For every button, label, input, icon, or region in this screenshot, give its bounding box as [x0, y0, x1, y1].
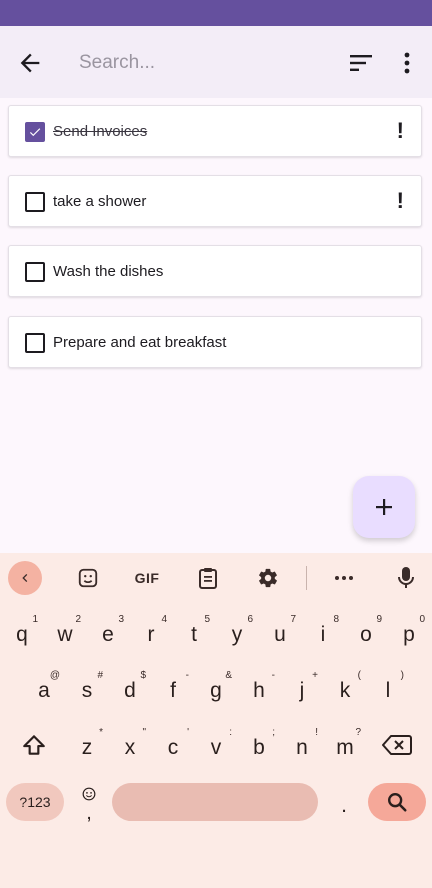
clipboard-icon[interactable]	[196, 563, 220, 593]
space-key[interactable]	[112, 783, 318, 821]
sticker-icon[interactable]	[75, 563, 101, 593]
task-label: Wash the dishes	[53, 263, 164, 280]
key-x[interactable]: x "	[109, 723, 151, 767]
key-z[interactable]: z *	[66, 723, 108, 767]
task-checkbox[interactable]	[25, 262, 45, 282]
task-checkbox[interactable]	[25, 192, 45, 212]
priority-icon: !	[396, 118, 404, 143]
sort-icon[interactable]	[347, 51, 375, 75]
search-input[interactable]	[79, 50, 319, 76]
symbols-key[interactable]: ?123	[6, 783, 64, 821]
key-a[interactable]: a @	[23, 666, 65, 710]
key-w[interactable]: w2	[44, 610, 86, 654]
shift-icon	[23, 735, 45, 755]
key-p[interactable]: p0	[388, 610, 430, 654]
app-bar	[0, 26, 432, 98]
key-e[interactable]: e3	[87, 610, 129, 654]
task-card[interactable]: Prepare and eat breakfast	[8, 316, 422, 368]
shift-key[interactable]	[10, 723, 58, 767]
task-label: Prepare and eat breakfast	[53, 334, 227, 351]
status-bar	[0, 0, 432, 26]
key-d[interactable]: d $	[109, 666, 151, 710]
key-f[interactable]: f-	[152, 666, 194, 710]
key-o[interactable]: o9	[345, 610, 387, 654]
key-g[interactable]: g &	[195, 666, 237, 710]
keyboard: GIF q1 w2 e3 r4 t5 y6 u7 i8 o9 p0 a @ s # …	[0, 553, 432, 888]
more-vert-icon[interactable]	[395, 50, 419, 76]
collapse-toolbar-button[interactable]	[8, 561, 42, 595]
key-h[interactable]: h-	[238, 666, 280, 710]
task-card[interactable]: Send Invoices !	[8, 105, 422, 157]
toolbar-divider	[306, 566, 307, 590]
key-k[interactable]: k(	[324, 666, 366, 710]
plus-icon	[376, 499, 392, 515]
task-label: Send Invoices	[53, 123, 148, 140]
backspace-icon	[382, 735, 412, 755]
key-s[interactable]: s #	[66, 666, 108, 710]
mic-icon[interactable]	[394, 563, 418, 593]
search-icon	[388, 793, 407, 812]
arrow-left-icon[interactable]	[16, 49, 44, 77]
search-key[interactable]	[368, 783, 426, 821]
key-t[interactable]: t5	[173, 610, 215, 654]
gif-button[interactable]: GIF	[130, 563, 164, 593]
task-card[interactable]: take a shower !	[8, 175, 422, 227]
key-i[interactable]: i8	[302, 610, 344, 654]
key-v[interactable]: v:	[195, 723, 237, 767]
add-task-button[interactable]	[353, 476, 415, 538]
priority-icon: !	[396, 188, 404, 213]
task-label: take a shower	[53, 193, 147, 210]
more-horiz-icon[interactable]	[332, 563, 356, 593]
key-n[interactable]: n!	[281, 723, 323, 767]
task-checkbox[interactable]	[25, 333, 45, 353]
key-c[interactable]: c '	[152, 723, 194, 767]
key-j[interactable]: j +	[281, 666, 323, 710]
gear-icon[interactable]	[256, 563, 280, 593]
key-m[interactable]: m?	[324, 723, 366, 767]
key-u[interactable]: u7	[259, 610, 301, 654]
keyboard-toolbar: GIF	[0, 553, 432, 603]
period-key[interactable]: .	[325, 781, 363, 825]
key-l[interactable]: l)	[367, 666, 409, 710]
comma-key[interactable]: ,	[70, 781, 108, 825]
task-card[interactable]: Wash the dishes	[8, 245, 422, 297]
emoji-icon	[82, 787, 96, 801]
key-r[interactable]: r4	[130, 610, 172, 654]
task-checkbox[interactable]	[25, 122, 45, 142]
key-b[interactable]: b;	[238, 723, 280, 767]
key-q[interactable]: q1	[1, 610, 43, 654]
key-y[interactable]: y6	[216, 610, 258, 654]
backspace-key[interactable]	[372, 723, 422, 767]
